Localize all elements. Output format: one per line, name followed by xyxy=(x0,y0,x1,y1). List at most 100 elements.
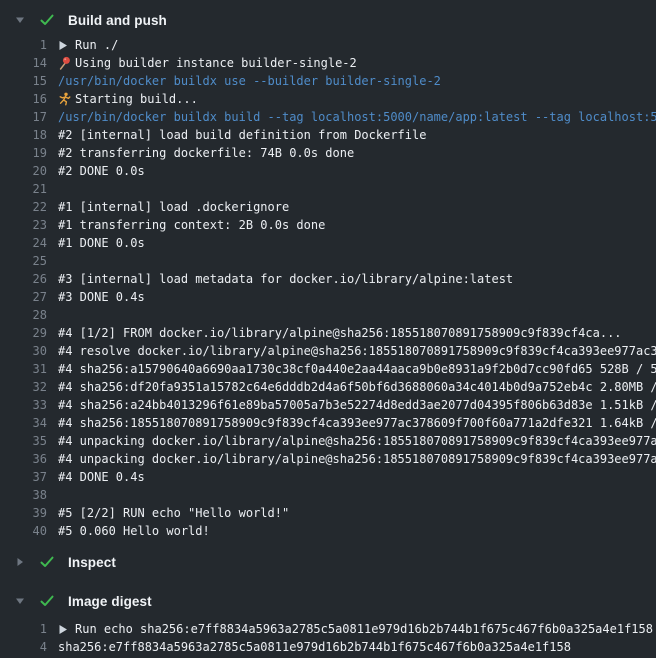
line-number[interactable]: 31 xyxy=(0,360,47,378)
log-line: 4 sha256:e7ff8834a5963a2785c5a0811e979d1… xyxy=(0,638,656,656)
line-number[interactable]: 1 xyxy=(0,36,47,54)
log-line: 24 #1 DONE 0.0s xyxy=(0,234,656,252)
log-text: #5 [2/2] RUN echo "Hello world!" xyxy=(58,504,289,522)
section-header-build-and-push[interactable]: Build and push xyxy=(0,9,656,31)
log-text: Run echo sha256:e7ff8834a5963a2785c5a081… xyxy=(75,620,653,638)
line-number[interactable]: 14 xyxy=(0,54,47,72)
line-number[interactable]: 25 xyxy=(0,252,47,270)
log-line: 33 #4 sha256:a24bb4013296f61e89ba57005a7… xyxy=(0,396,656,414)
log-line-body: #3 [internal] load metadata for docker.i… xyxy=(58,270,656,288)
log-line-body: #5 [2/2] RUN echo "Hello world!" xyxy=(58,504,656,522)
log-line-body xyxy=(58,252,656,270)
log-line-body: #1 transferring context: 2B 0.0s done xyxy=(58,216,656,234)
section-header-image-digest[interactable]: Image digest xyxy=(0,590,656,612)
log-line-body: #4 sha256:a15790640a6690aa1730c38cf0a440… xyxy=(58,360,656,378)
line-number[interactable]: 26 xyxy=(0,270,47,288)
log-line: 38 xyxy=(0,486,656,504)
log-text: #4 sha256:df20fa9351a15782c64e6dddb2d4a6… xyxy=(58,378,656,396)
log-text: #4 [1/2] FROM docker.io/library/alpine@s… xyxy=(58,324,622,342)
log-line: 22 #1 [internal] load .dockerignore xyxy=(0,198,656,216)
log-line: 19 #2 transferring dockerfile: 74B 0.0s … xyxy=(0,144,656,162)
line-number[interactable]: 28 xyxy=(0,306,47,324)
line-number[interactable]: 19 xyxy=(0,144,47,162)
log-text: sha256:e7ff8834a5963a2785c5a0811e979d16b… xyxy=(58,638,571,656)
log-text: #3 [internal] load metadata for docker.i… xyxy=(58,270,513,288)
section-inspect: Inspect xyxy=(0,551,656,573)
line-number[interactable]: 34 xyxy=(0,414,47,432)
log-text: #1 transferring context: 2B 0.0s done xyxy=(58,216,325,234)
line-number[interactable]: 38 xyxy=(0,486,47,504)
line-number[interactable]: 30 xyxy=(0,342,47,360)
log-line: 26 #3 [internal] load metadata for docke… xyxy=(0,270,656,288)
log-text: #4 sha256:a24bb4013296f61e89ba57005a7b3e… xyxy=(58,396,656,414)
chevron-down-icon[interactable] xyxy=(15,596,25,606)
line-number[interactable]: 21 xyxy=(0,180,47,198)
log-line: 1 Run echo sha256:e7ff8834a5963a2785c5a0… xyxy=(0,620,656,638)
pushpin-icon xyxy=(58,56,75,70)
section-header-inspect[interactable]: Inspect xyxy=(0,551,656,573)
log-text: Run ./ xyxy=(75,36,118,54)
line-number[interactable]: 18 xyxy=(0,126,47,144)
line-number[interactable]: 15 xyxy=(0,72,47,90)
log-line-body: #4 unpacking docker.io/library/alpine@sh… xyxy=(58,450,656,468)
success-check-icon xyxy=(39,593,55,609)
line-number[interactable]: 32 xyxy=(0,378,47,396)
log-line-body: Run echo sha256:e7ff8834a5963a2785c5a081… xyxy=(58,620,656,638)
play-icon[interactable] xyxy=(58,624,75,635)
log-line: 27 #3 DONE 0.4s xyxy=(0,288,656,306)
success-check-icon xyxy=(39,554,55,570)
play-icon[interactable] xyxy=(58,40,75,51)
log-line-body xyxy=(58,486,656,504)
chevron-down-icon[interactable] xyxy=(15,15,25,25)
log-line-body: #1 DONE 0.0s xyxy=(58,234,656,252)
log-line-body: /usr/bin/docker buildx use --builder bui… xyxy=(58,72,656,90)
line-number[interactable]: 17 xyxy=(0,108,47,126)
section-build-and-push: Build and push 1 Run ./ 14 Using builder… xyxy=(0,9,656,540)
line-number[interactable]: 27 xyxy=(0,288,47,306)
log-line: 37 #4 DONE 0.4s xyxy=(0,468,656,486)
line-number[interactable]: 33 xyxy=(0,396,47,414)
log-line-body: #4 sha256:a24bb4013296f61e89ba57005a7b3e… xyxy=(58,396,656,414)
log-text: #4 sha256:a15790640a6690aa1730c38cf0a440… xyxy=(58,360,656,378)
log-line-body: #4 unpacking docker.io/library/alpine@sh… xyxy=(58,432,656,450)
log-line: 36 #4 unpacking docker.io/library/alpine… xyxy=(0,450,656,468)
line-number[interactable]: 35 xyxy=(0,432,47,450)
log-line: 40 #5 0.060 Hello world! xyxy=(0,522,656,540)
log-line: 32 #4 sha256:df20fa9351a15782c64e6dddb2d… xyxy=(0,378,656,396)
log-line-body: #4 [1/2] FROM docker.io/library/alpine@s… xyxy=(58,324,656,342)
line-number[interactable]: 1 xyxy=(0,620,47,638)
line-number[interactable]: 23 xyxy=(0,216,47,234)
log-line: 35 #4 unpacking docker.io/library/alpine… xyxy=(0,432,656,450)
chevron-right-icon[interactable] xyxy=(15,557,25,567)
line-number[interactable]: 40 xyxy=(0,522,47,540)
line-number[interactable]: 37 xyxy=(0,468,47,486)
log-line: 14 Using builder instance builder-single… xyxy=(0,54,656,72)
log-line-body: Starting build... xyxy=(58,90,656,108)
log-line: 39 #5 [2/2] RUN echo "Hello world!" xyxy=(0,504,656,522)
line-number[interactable]: 22 xyxy=(0,198,47,216)
log-line: 28 xyxy=(0,306,656,324)
log-line-body: #4 DONE 0.4s xyxy=(58,468,656,486)
line-number[interactable]: 24 xyxy=(0,234,47,252)
log-line: 29 #4 [1/2] FROM docker.io/library/alpin… xyxy=(0,324,656,342)
log-line-body: sha256:e7ff8834a5963a2785c5a0811e979d16b… xyxy=(58,638,656,656)
line-number[interactable]: 20 xyxy=(0,162,47,180)
log-line: 17 /usr/bin/docker buildx build --tag lo… xyxy=(0,108,656,126)
line-number[interactable]: 29 xyxy=(0,324,47,342)
log-text: /usr/bin/docker buildx build --tag local… xyxy=(58,108,656,126)
log-text: #1 DONE 0.0s xyxy=(58,234,145,252)
log-line: 25 xyxy=(0,252,656,270)
line-number[interactable]: 39 xyxy=(0,504,47,522)
log-line-body: #1 [internal] load .dockerignore xyxy=(58,198,656,216)
log-lines-image-digest: 1 Run echo sha256:e7ff8834a5963a2785c5a0… xyxy=(0,620,656,656)
line-number[interactable]: 4 xyxy=(0,638,47,656)
log-text: #4 resolve docker.io/library/alpine@sha2… xyxy=(58,342,656,360)
line-number[interactable]: 36 xyxy=(0,450,47,468)
log-line: 21 xyxy=(0,180,656,198)
log-line-body: #4 resolve docker.io/library/alpine@sha2… xyxy=(58,342,656,360)
runner-icon xyxy=(58,92,75,106)
log-line: 31 #4 sha256:a15790640a6690aa1730c38cf0a… xyxy=(0,360,656,378)
log-line-body: Run ./ xyxy=(58,36,656,54)
log-line: 16 Starting build... xyxy=(0,90,656,108)
line-number[interactable]: 16 xyxy=(0,90,47,108)
